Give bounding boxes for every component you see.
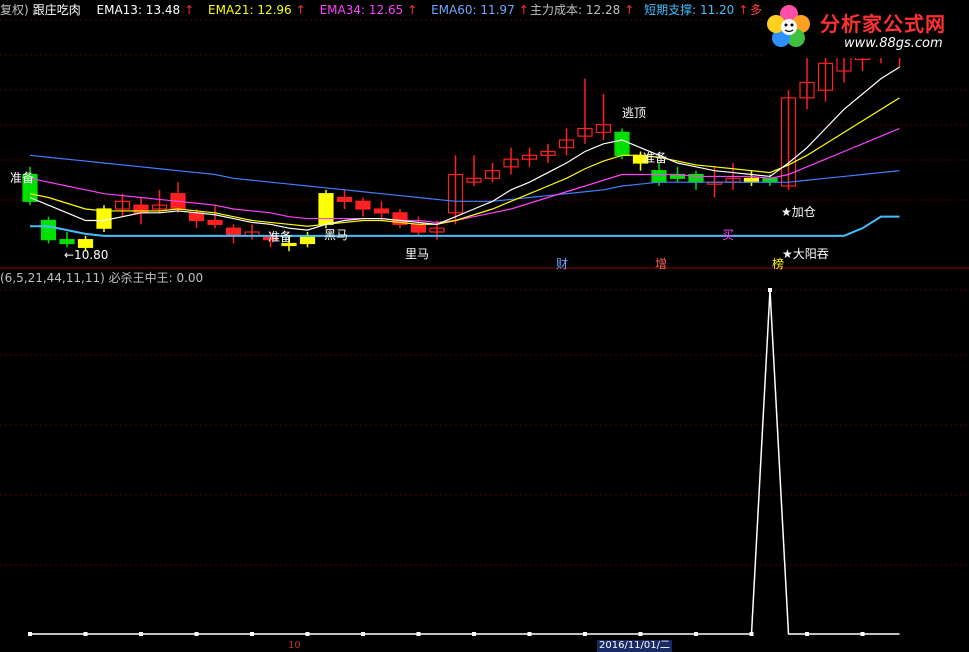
indicator-point (83, 632, 88, 636)
candle-body (299, 235, 316, 245)
candle-body (614, 131, 630, 156)
ema21-line (29, 97, 900, 227)
price-low-label: ←10.80 (64, 248, 109, 262)
candle-body (77, 239, 94, 248)
candle-body (225, 227, 242, 237)
support-label: 短期支撑: 11.20 (644, 3, 735, 17)
indicator-point (638, 632, 643, 636)
cai-label: 财 (556, 257, 569, 271)
indicator-point (139, 632, 143, 636)
ema60-value: EMA60: 11.97 (431, 3, 515, 17)
candle-body (133, 204, 149, 214)
indicator-point (194, 632, 199, 636)
indicator-point (361, 632, 365, 636)
main-cost-label: 主力成本: 12.28 (530, 3, 621, 17)
flower-icon (767, 5, 810, 47)
zhunbei-left-label: 准备 (10, 171, 35, 185)
candle-body (410, 223, 427, 233)
ema21-arrow: ↑ (295, 3, 306, 17)
indicator-point (28, 632, 32, 636)
candle-body (207, 219, 223, 225)
candle-body (373, 208, 390, 214)
support-arrow: ↑ (738, 3, 749, 17)
grid-lines (0, 19, 969, 566)
indicator-point (860, 632, 865, 636)
ema60-arrow: ↑ (518, 3, 529, 17)
indicator-line (28, 288, 900, 636)
indicator-point (749, 632, 754, 636)
dayangtun-label: ★大阳吞 (782, 247, 829, 261)
kline-chart[interactable] (0, 0, 969, 650)
zeng-label: 增 (655, 257, 668, 271)
logo-title: 分析家公式网 (820, 12, 946, 36)
ema13-arrow: ↑ (184, 3, 195, 17)
ema34-arrow: ↑ (407, 3, 418, 17)
candle-body (188, 212, 205, 222)
indicator-point (305, 632, 310, 636)
support-line (30, 215, 900, 237)
indicator-point (472, 632, 476, 636)
heima-label-2: 里马 (405, 247, 430, 261)
zhunbei-mid-label: 准备 (268, 230, 293, 244)
indicator-point (250, 632, 254, 636)
jiacang-label: ★加仓 (781, 205, 816, 219)
ema-lines (29, 66, 900, 237)
mai-label: 买 (722, 228, 735, 242)
candle-body (318, 193, 334, 225)
zhunbei-right-label: 准备 (643, 151, 668, 165)
indicator-header: (6,5,21,44,11,11) 必杀王中王: 0.00 (0, 271, 204, 285)
indicator-polyline (30, 289, 900, 635)
ema13-value: EMA13: 13.48 (96, 3, 181, 17)
indicator-name: 跟庄吃肉 (32, 3, 81, 17)
cursor-date: 2016/11/01/二 (597, 640, 673, 652)
taoding-label: 逃顶 (622, 106, 647, 120)
indicator-point (527, 632, 532, 636)
axis-tick-label: 10 (288, 640, 301, 651)
site-logo: 分析家公式网 www.88gs.com (762, 0, 969, 58)
indicator-point (416, 632, 421, 636)
ema34-value: EMA34: 12.65 (319, 3, 404, 17)
ema21-value: EMA21: 12.96 (208, 3, 292, 17)
cost-arrow: ↑ (624, 3, 635, 17)
candle-body (96, 208, 112, 229)
header-prefix: 复权) (0, 3, 29, 17)
candle-body (651, 170, 667, 183)
heima-label-1: 黑马 (324, 228, 349, 242)
ema34-line (29, 127, 900, 224)
indicator-point (694, 632, 698, 636)
cost-header: 主力成本: 12.28 ↑ 短期支撑: 11.20 ↑ (530, 2, 752, 18)
main-header: 复权) 跟庄吃肉 EMA13: 13.48 ↑ EMA21: 12.96 ↑ EMA3… (0, 2, 533, 18)
candle-body (336, 196, 353, 202)
indicator-point (805, 632, 809, 636)
candle-body (40, 219, 57, 241)
indicator-point (583, 632, 587, 636)
candle-body (59, 239, 75, 245)
candle-body (355, 200, 371, 210)
indicator-point (768, 288, 772, 292)
logo-url: www.88gs.com (844, 36, 943, 51)
